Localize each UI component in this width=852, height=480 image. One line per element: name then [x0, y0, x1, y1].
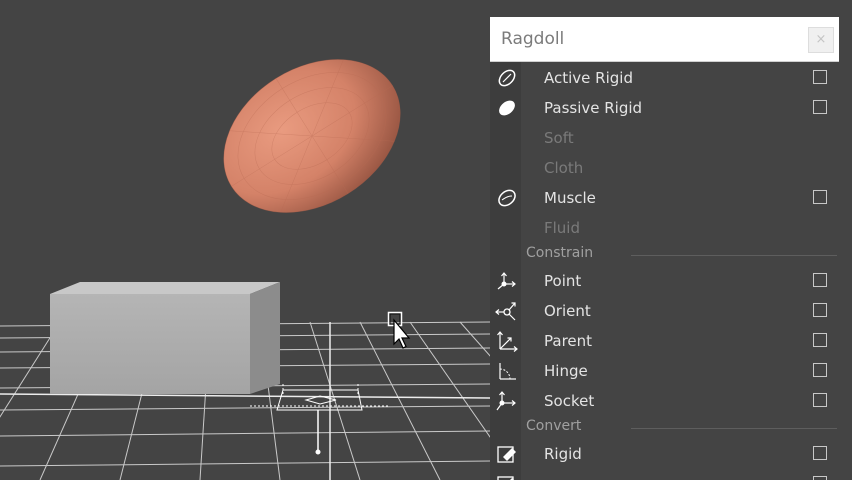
menu-item-partial[interactable] [490, 469, 839, 480]
menu-item-socket[interactable]: Socket [490, 386, 839, 416]
menu-item-passive-rigid[interactable]: Passive Rigid [490, 93, 839, 123]
menu-item-label: Fluid [544, 219, 580, 237]
menu-item-cloth: Cloth [490, 153, 839, 183]
option-box[interactable] [813, 333, 827, 347]
section-constrain: Constrain [521, 245, 839, 265]
menu-item-fluid: Fluid [490, 213, 839, 243]
socket-constraint-icon [496, 391, 516, 411]
ragdoll-menu: Ragdoll × Active Rigid Passive Rigid Sof… [490, 17, 839, 480]
menu-item-label: Passive Rigid [544, 99, 643, 117]
option-box[interactable] [813, 100, 827, 114]
orient-constraint-icon [495, 302, 516, 321]
menu-item-hinge[interactable]: Hinge [490, 356, 839, 386]
menu-item-orient[interactable]: Orient [490, 296, 839, 326]
option-box[interactable] [813, 393, 827, 407]
menu-item-label: Point [544, 272, 582, 290]
section-divider [631, 428, 837, 429]
transform-gizmo[interactable] [250, 384, 390, 455]
hinge-constraint-icon [499, 363, 516, 380]
option-box[interactable] [813, 446, 827, 460]
torus-mesh[interactable] [195, 28, 428, 244]
menu-item-label: Hinge [544, 362, 588, 380]
close-button[interactable]: × [808, 27, 834, 53]
parent-constraint-icon [497, 331, 518, 352]
menu-item-label: Orient [544, 302, 591, 320]
menu-item-soft: Soft [490, 123, 839, 153]
menu-item-label: Soft [544, 129, 574, 147]
option-box[interactable] [813, 70, 827, 84]
box-mesh[interactable] [50, 282, 280, 394]
menu-item-active-rigid[interactable]: Active Rigid [490, 63, 839, 93]
menu-item-label: Parent [544, 332, 593, 350]
option-box[interactable] [813, 190, 827, 204]
option-box[interactable] [813, 363, 827, 377]
option-box[interactable] [813, 273, 827, 287]
muscle-icon [498, 189, 516, 207]
section-label: Constrain [526, 245, 594, 261]
mouse-cursor [387, 311, 411, 349]
section-divider [631, 255, 837, 256]
menu-item-point[interactable]: Point [490, 266, 839, 296]
menu-item-label: Rigid [544, 445, 582, 463]
option-box[interactable] [813, 476, 827, 480]
menu-item-label: Socket [544, 392, 595, 410]
point-constraint-icon [497, 272, 516, 290]
menu-title-bar[interactable]: Ragdoll × [490, 17, 839, 62]
passive-rigid-icon [499, 100, 515, 116]
menu-item-label: Cloth [544, 159, 584, 177]
section-label: Convert [526, 418, 582, 434]
menu-item-muscle[interactable]: Muscle [490, 183, 839, 213]
menu-item-label: Active Rigid [544, 69, 633, 87]
menu-item-convert-rigid[interactable]: Rigid [490, 439, 839, 469]
option-box[interactable] [813, 303, 827, 317]
menu-item-parent[interactable]: Parent [490, 326, 839, 356]
active-rigid-icon [498, 69, 516, 87]
convert-rigid-icon [497, 446, 516, 463]
section-convert: Convert [521, 418, 839, 438]
menu-item-label: Muscle [544, 189, 596, 207]
convert-icon [497, 476, 514, 480]
menu-title: Ragdoll [501, 29, 565, 49]
